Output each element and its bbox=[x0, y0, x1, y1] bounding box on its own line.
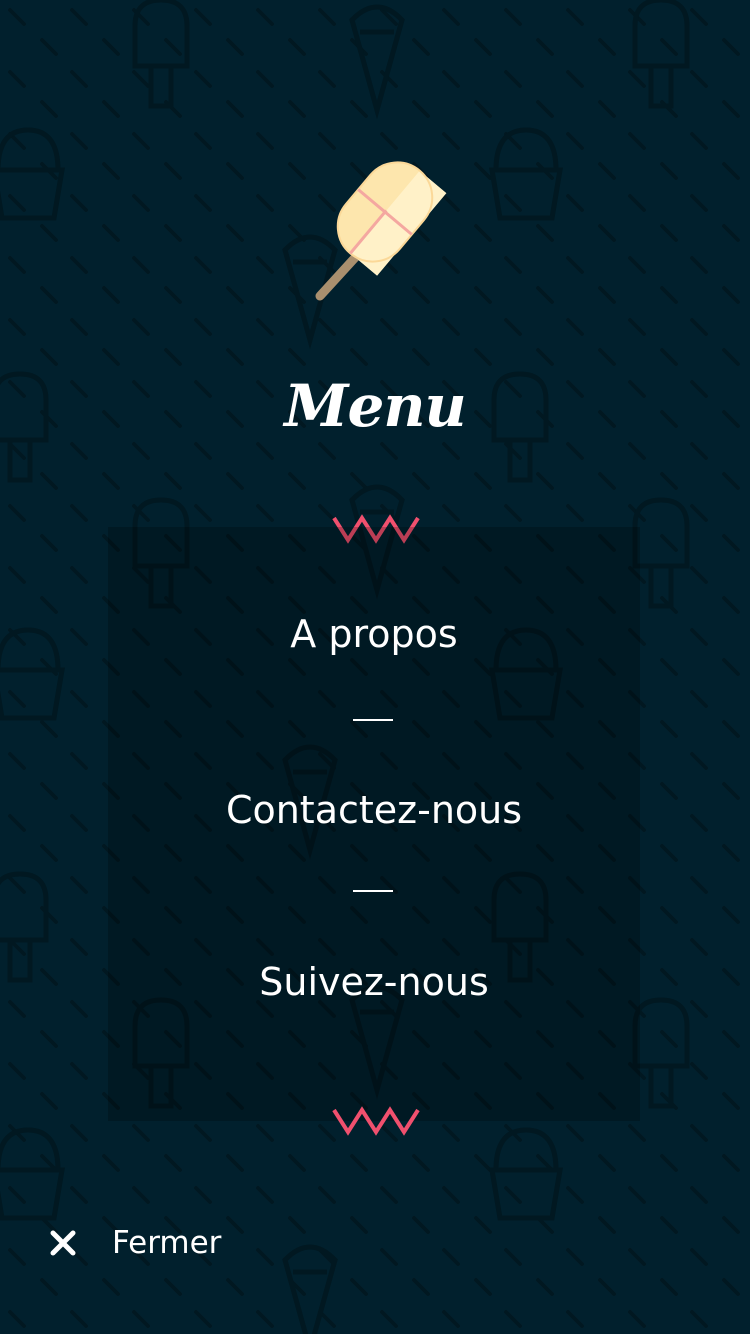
menu-divider bbox=[353, 719, 393, 721]
menu-title: Menu bbox=[284, 372, 466, 440]
zigzag-icon bbox=[332, 1106, 420, 1136]
close-button[interactable]: Fermer bbox=[40, 1220, 221, 1266]
menu-item-suivez-nous[interactable]: Suivez-nous bbox=[108, 960, 640, 1004]
close-icon[interactable] bbox=[40, 1220, 86, 1266]
menu-divider bbox=[353, 890, 393, 892]
menu-item-contactez-nous[interactable]: Contactez-nous bbox=[108, 788, 640, 832]
menu-item-a-propos[interactable]: A propos bbox=[108, 612, 640, 656]
close-label[interactable]: Fermer bbox=[112, 1225, 221, 1261]
popsicle-icon bbox=[315, 161, 450, 301]
